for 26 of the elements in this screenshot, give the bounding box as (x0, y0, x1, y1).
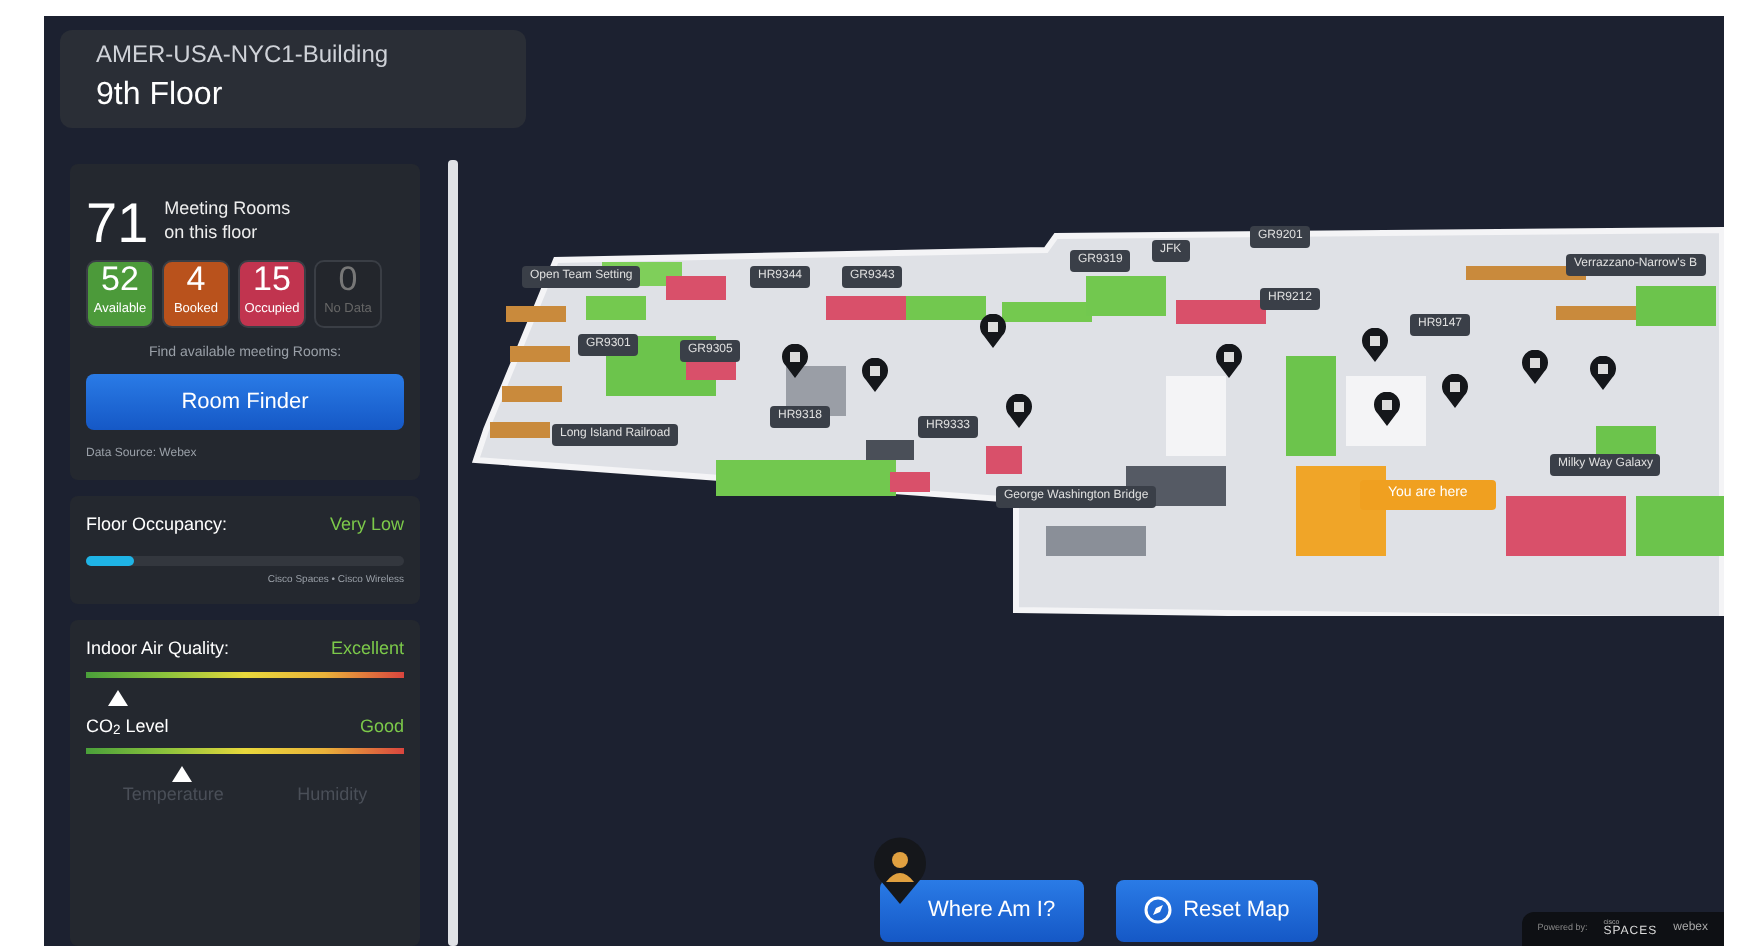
metric-label: Indoor Air Quality: (86, 636, 230, 662)
occupancy-label: Floor Occupancy: (86, 512, 228, 538)
room-count: 71 (86, 196, 149, 252)
scrollbar[interactable] (448, 160, 458, 946)
map-pin-icon[interactable] (1590, 356, 1616, 390)
map-pin-icon[interactable] (862, 358, 888, 392)
metric-label: CO$_{2}$ Level (86, 713, 169, 740)
compass-icon (1143, 896, 1172, 925)
map-pin-icon[interactable] (1006, 394, 1032, 428)
map-pin-icon[interactable] (782, 344, 808, 378)
building-name: AMER-USA-NYC1-Building (96, 38, 391, 72)
reset-map-button[interactable]: Reset Map (1115, 880, 1318, 941)
occupancy-value: Very Low (329, 512, 404, 538)
floor-name: 9th Floor (96, 76, 225, 116)
map-pin-icon[interactable] (1374, 392, 1400, 426)
where-am-i-button[interactable]: Where Am I? (880, 880, 1084, 941)
room-finder-button[interactable]: Room Finder (86, 373, 404, 430)
rooms-caption: Meeting Rooms on this floor (164, 196, 291, 245)
metric-value: Excellent (330, 636, 404, 662)
map-pin-icon[interactable] (1216, 344, 1242, 378)
map-pin-icon[interactable] (1362, 328, 1388, 362)
metric-value: Good (359, 713, 404, 739)
map-pin-icon[interactable] (1522, 350, 1548, 384)
map-pin-icon[interactable] (980, 314, 1006, 348)
map-pin-icon[interactable] (1442, 374, 1468, 408)
location-pin-icon[interactable] (872, 836, 928, 904)
